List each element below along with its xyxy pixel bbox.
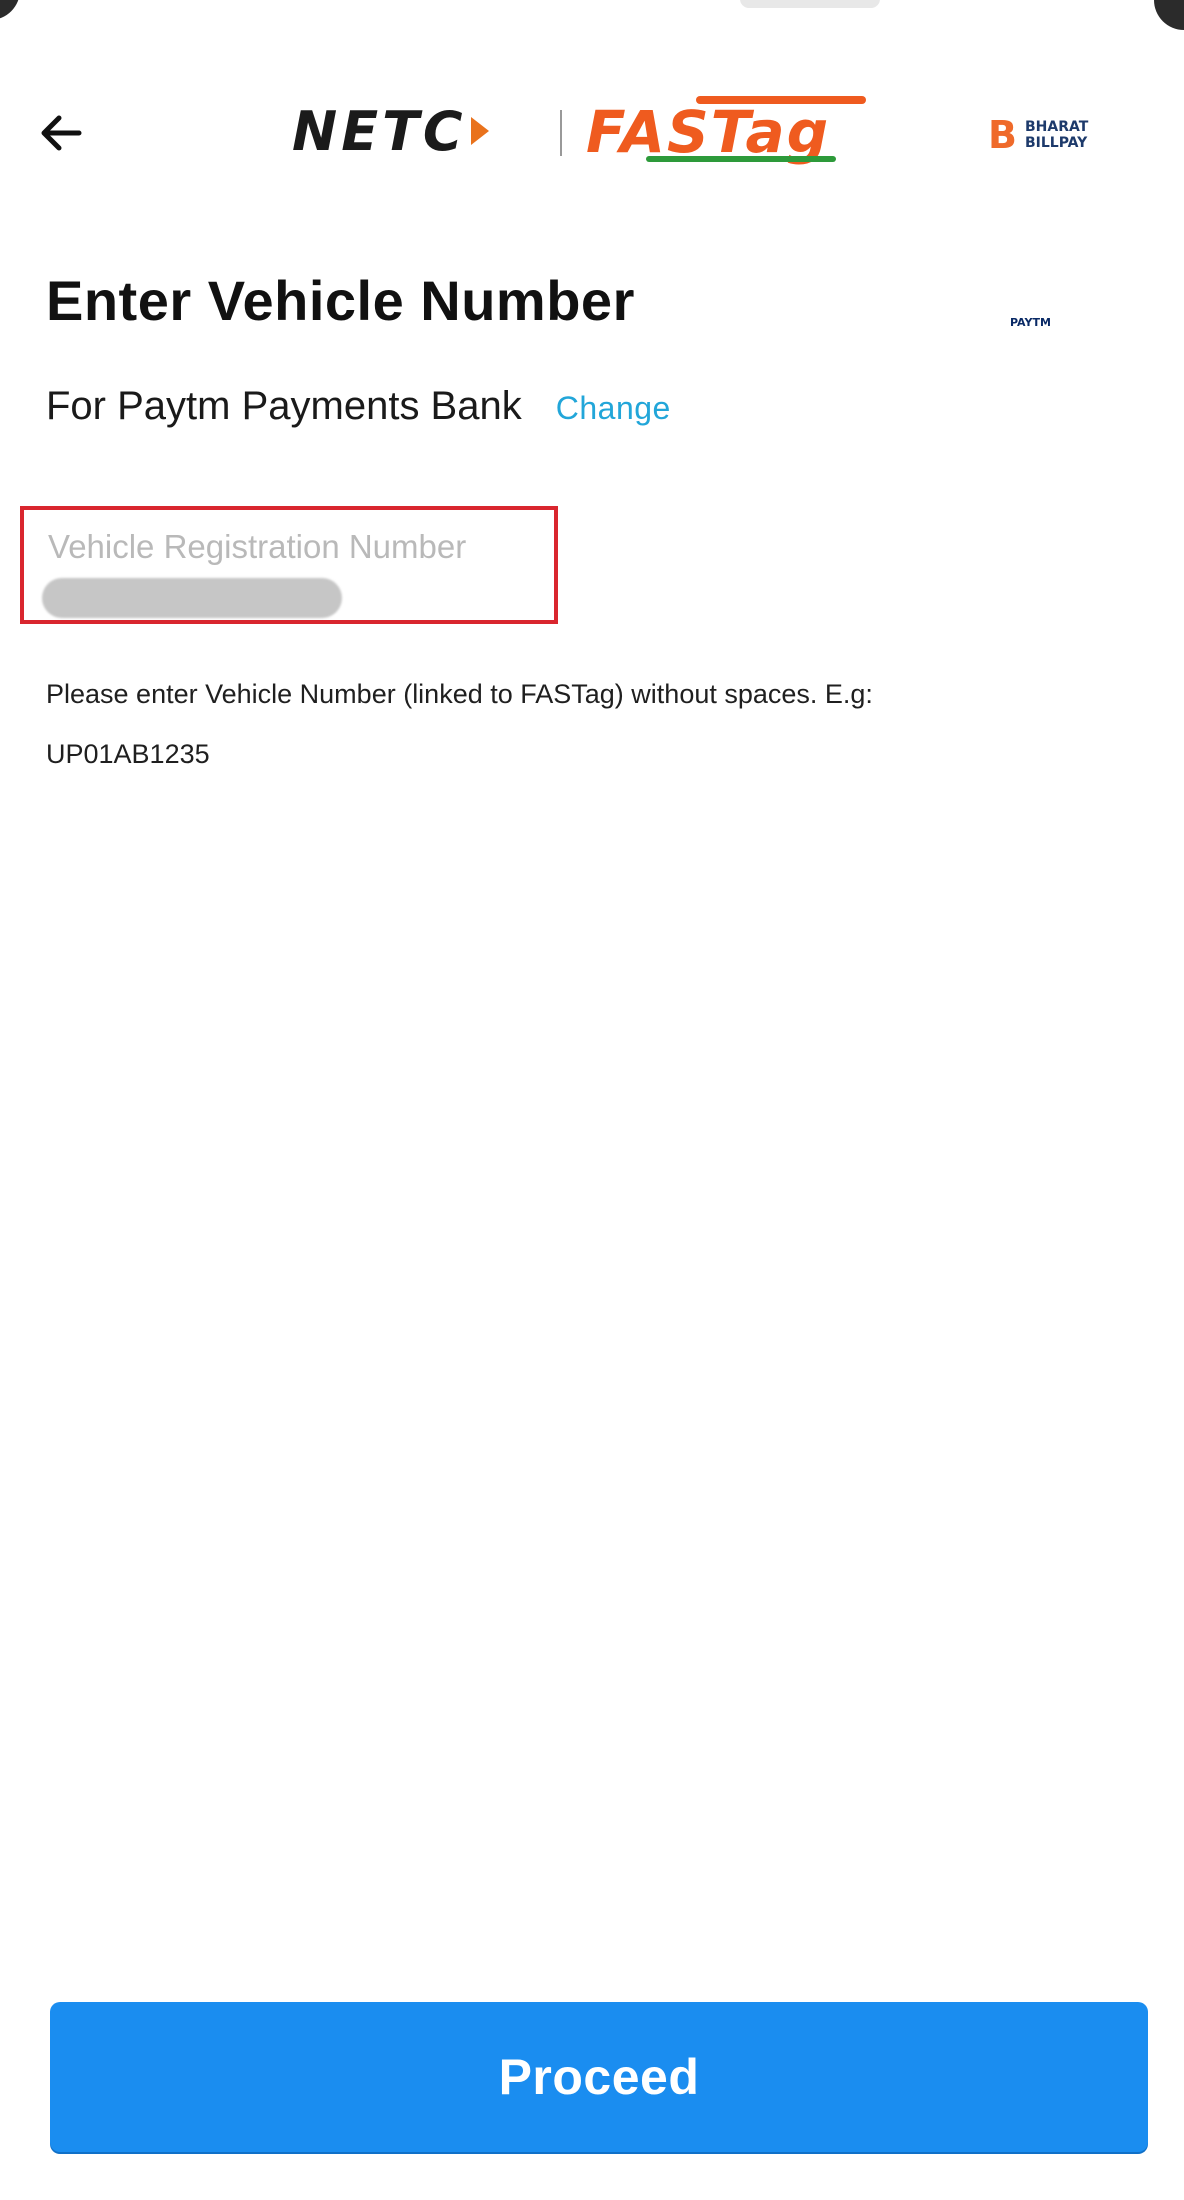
change-bank-link[interactable]: Change [556, 390, 671, 427]
netc-arrow-icon [470, 117, 489, 145]
logo-divider [560, 110, 562, 156]
vehicle-number-label: Vehicle Registration Number [48, 528, 467, 565]
bank-row: For Paytm Payments Bank Change [46, 384, 671, 429]
netc-logo: NETC [292, 96, 542, 166]
helper-text-example: UP01AB1235 [46, 739, 210, 769]
helper-text-line1: Please enter Vehicle Number (linked to F… [46, 679, 873, 709]
page-title: Enter Vehicle Number [46, 269, 635, 332]
paytm-logo-dark: PAYTM [1010, 316, 1051, 329]
bbps-line2: BILLPAY [1024, 135, 1088, 151]
screen-corner [1154, 0, 1184, 30]
arrow-left-icon [41, 115, 82, 151]
bbps-wordmark: BHARAT BILLPAY [1025, 119, 1088, 151]
header: NETC FASTag B BHARAT BILLPAY [0, 90, 1184, 170]
vehicle-number-input[interactable] [42, 578, 342, 618]
proceed-button-label: Proceed [498, 2049, 700, 2105]
back-button[interactable] [36, 108, 86, 158]
status-bar-notch [740, 0, 880, 8]
bbps-letter: B [988, 113, 1017, 157]
fastag-swoosh [646, 156, 836, 162]
bbps-line1: BHARAT [1024, 119, 1089, 135]
helper-text: Please enter Vehicle Number (linked to F… [46, 664, 1026, 784]
bank-label: For Paytm Payments Bank [46, 384, 522, 428]
app-screen: NETC FASTag B BHARAT BILLPAY Enter Vehic… [0, 0, 1184, 2200]
fastag-logo: FASTag [586, 90, 896, 170]
bharat-billpay-logo: B BHARAT BILLPAY [988, 110, 1118, 160]
paytm-logo: PAYTM [1010, 316, 1053, 329]
netc-logo-text: NETC [292, 99, 467, 163]
proceed-button[interactable]: Proceed [50, 2002, 1148, 2152]
vehicle-number-field[interactable]: Vehicle Registration Number [20, 506, 558, 624]
screen-corner [0, 0, 20, 20]
